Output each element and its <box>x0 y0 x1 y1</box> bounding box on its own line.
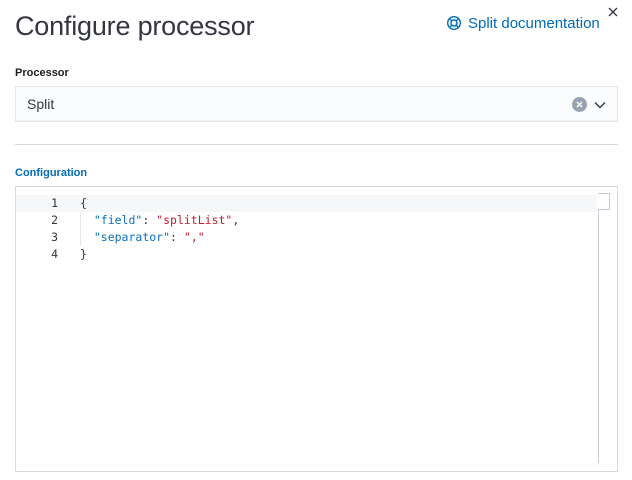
lifebuoy-icon <box>446 15 462 31</box>
line-number: 3 <box>51 230 58 244</box>
code-content[interactable]: { "field": "splitList", "separator": ","… <box>80 195 239 263</box>
chevron-down-icon[interactable] <box>593 98 607 112</box>
code-token-punc: : <box>170 230 184 244</box>
split-documentation-link[interactable]: Split documentation <box>446 14 600 32</box>
code-token-punc: , <box>232 213 240 227</box>
page-title: Configure processor <box>15 11 255 41</box>
code-token-punc: { <box>80 196 87 210</box>
processor-label: Processor <box>15 67 69 79</box>
close-button[interactable] <box>606 5 620 19</box>
code-token-key: "field" <box>93 213 143 227</box>
clear-icon[interactable] <box>572 97 587 112</box>
configuration-code-editor[interactable]: 1 2 3 4 { "field": "splitList", "separator"… <box>15 186 618 472</box>
code-token-punc: } <box>80 247 87 261</box>
line-number: 2 <box>51 213 58 227</box>
code-line: "field": "splitList", <box>80 212 239 229</box>
code-token-punc <box>80 213 94 227</box>
code-line: } <box>80 246 239 263</box>
code-token-punc: : <box>142 213 157 227</box>
close-icon <box>608 7 618 17</box>
configure-processor-flyout: Configure processor Split documentation … <box>0 0 632 480</box>
editor-scrollbar[interactable] <box>598 193 599 463</box>
line-number: 4 <box>51 247 58 261</box>
processor-combobox[interactable]: Split <box>15 86 618 122</box>
code-token-key: "separator" <box>93 230 171 244</box>
editor-scroll-thumb[interactable] <box>598 193 610 210</box>
code-line: { <box>80 195 239 212</box>
processor-selected-value: Split <box>27 96 55 112</box>
line-number-gutter: 1 2 3 4 <box>16 195 58 263</box>
code-token-str: "splitList" <box>156 213 233 227</box>
code-token-punc <box>80 230 94 244</box>
code-line: "separator": "," <box>80 229 239 246</box>
split-documentation-label[interactable]: Split documentation <box>468 15 600 32</box>
code-token-str: "," <box>183 230 205 244</box>
line-number: 1 <box>51 196 58 210</box>
section-divider <box>15 144 618 145</box>
configuration-label: Configuration <box>15 167 88 179</box>
